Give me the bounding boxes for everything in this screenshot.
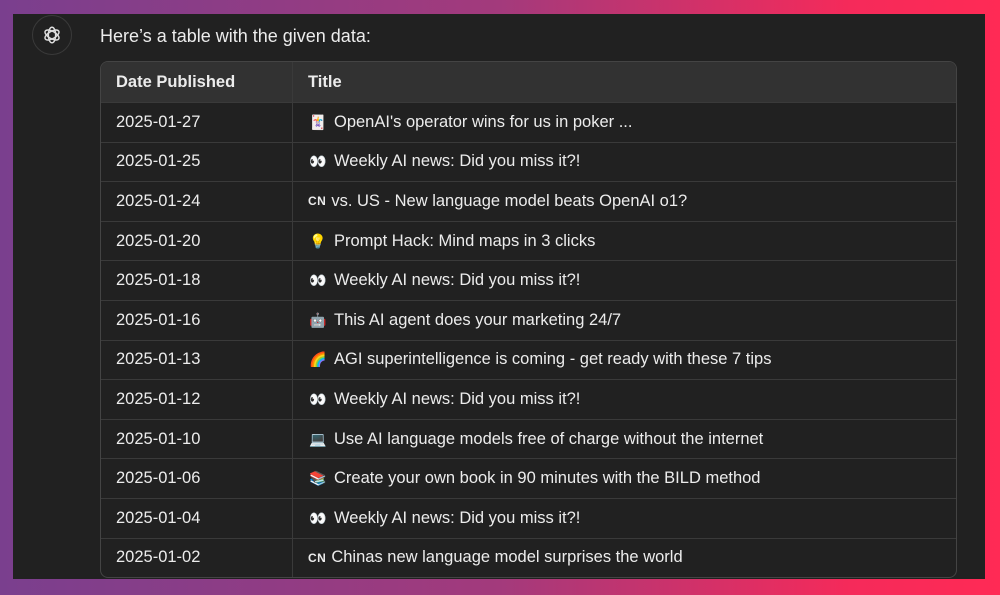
title-text: OpenAI's operator wins for us in poker .… (334, 112, 633, 131)
title-text: Chinas new language model surprises the … (331, 548, 683, 567)
title-emoji-icon: 🌈 (309, 351, 327, 368)
title-cell: 👀 Weekly AI news: Did you miss it?! (293, 380, 956, 419)
title-emoji-icon: 💻 (309, 430, 327, 447)
table-row: 2025-01-12 👀 Weekly AI news: Did you miss… (101, 379, 956, 419)
title-emoji-icon: 🤖 (309, 311, 327, 328)
title-cell: 🤖 This AI agent does your marketing 24/7 (293, 301, 956, 340)
data-table: Date Published Title 2025-01-27 🃏 OpenAI'… (100, 61, 957, 579)
title-cell: 🌈 AGI superintelligence is coming - get r… (293, 341, 956, 380)
title-text: vs. US - New language model beats OpenAI… (331, 191, 688, 210)
title-emoji-icon: CN (308, 550, 327, 565)
header-date-published: Date Published (101, 62, 293, 102)
title-emoji-icon: CN (308, 194, 327, 209)
table-row: 2025-01-18 👀 Weekly AI news: Did you miss… (101, 260, 956, 300)
title-text: Weekly AI news: Did you miss it?! (334, 508, 581, 527)
table-row: 2025-01-25 👀 Weekly AI news: Did you miss… (101, 141, 956, 182)
date-cell: 2025-01-06 (101, 459, 293, 498)
title-emoji-icon: 📚 (309, 470, 327, 487)
title-cell: 🃏 OpenAI's operator wins for us in poker … (293, 103, 956, 142)
date-cell: 2025-01-10 (101, 419, 293, 459)
title-cell: 📚 Create your own book in 90 minutes with… (293, 459, 956, 498)
date-cell: 2025-01-04 (101, 498, 293, 538)
chat-panel: Here’s a table with the given data: Date… (13, 14, 985, 579)
title-text: This AI agent does your marketing 24/7 (334, 310, 622, 329)
date-cell: 2025-01-18 (101, 261, 293, 300)
table-row: 2025-01-04 👀 Weekly AI news: Did you miss… (101, 497, 956, 538)
openai-logo-icon (44, 26, 60, 44)
assistant-message-intro: Here’s a table with the given data: (100, 26, 371, 46)
title-text: Weekly AI news: Did you miss it?! (334, 152, 581, 171)
table-row: 2025-01-13 🌈 AGI superintelligence is com… (101, 339, 956, 380)
title-text: Weekly AI news: Did you miss it?! (334, 271, 581, 290)
title-emoji-icon: 👀 (309, 509, 327, 526)
title-text: Use AI language models free of charge wi… (334, 429, 764, 448)
title-emoji-icon: 🃏 (309, 113, 327, 130)
title-text: Prompt Hack: Mind maps in 3 clicks (334, 231, 596, 250)
title-cell: 💻 Use AI language models free of charge w… (293, 420, 956, 459)
title-text: Weekly AI news: Did you miss it?! (334, 389, 581, 408)
table-row: 2025-01-02 CN Chinas new language model s… (101, 537, 956, 578)
title-cell: 👀 Weekly AI news: Did you miss it?! (293, 261, 956, 300)
date-cell: 2025-01-16 (101, 300, 293, 340)
title-cell: 👀 Weekly AI news: Did you miss it?! (293, 499, 956, 538)
title-text: AGI superintelligence is coming - get re… (334, 350, 772, 369)
title-emoji-icon: 👀 (309, 272, 327, 289)
table-row: 2025-01-20 💡 Prompt Hack: Mind maps in 3 … (101, 220, 956, 261)
table-row: 2025-01-16 🤖 This AI agent does your mark… (101, 299, 956, 340)
table-row: 2025-01-27 🃏 OpenAI's operator wins for u… (101, 102, 956, 142)
table-row: 2025-01-10 💻 Use AI language models free … (101, 418, 956, 459)
date-cell: 2025-01-12 (101, 380, 293, 419)
title-cell: 👀 Weekly AI news: Did you miss it?! (293, 143, 956, 182)
chatgpt-avatar (32, 15, 72, 55)
date-cell: 2025-01-27 (101, 103, 293, 142)
title-text: Create your own book in 90 minutes with … (334, 469, 761, 488)
date-cell: 2025-01-20 (101, 221, 293, 261)
title-cell: CN Chinas new language model surprises th… (293, 539, 956, 578)
title-emoji-icon: 👀 (309, 390, 327, 407)
table-row: 2025-01-06 📚 Create your own book in 90 m… (101, 458, 956, 498)
table-header-row: Date Published Title (101, 62, 956, 102)
header-title: Title (308, 72, 342, 91)
date-cell: 2025-01-25 (101, 142, 293, 182)
title-emoji-icon: 👀 (309, 153, 327, 170)
date-cell: 2025-01-02 (101, 538, 293, 578)
table-row: 2025-01-24 CN vs. US - New language model… (101, 181, 956, 221)
title-cell: 💡 Prompt Hack: Mind maps in 3 clicks (293, 222, 956, 261)
date-cell: 2025-01-24 (101, 182, 293, 221)
title-emoji-icon: 💡 (309, 232, 327, 249)
title-cell: CN vs. US - New language model beats Open… (293, 182, 956, 221)
date-cell: 2025-01-13 (101, 340, 293, 380)
